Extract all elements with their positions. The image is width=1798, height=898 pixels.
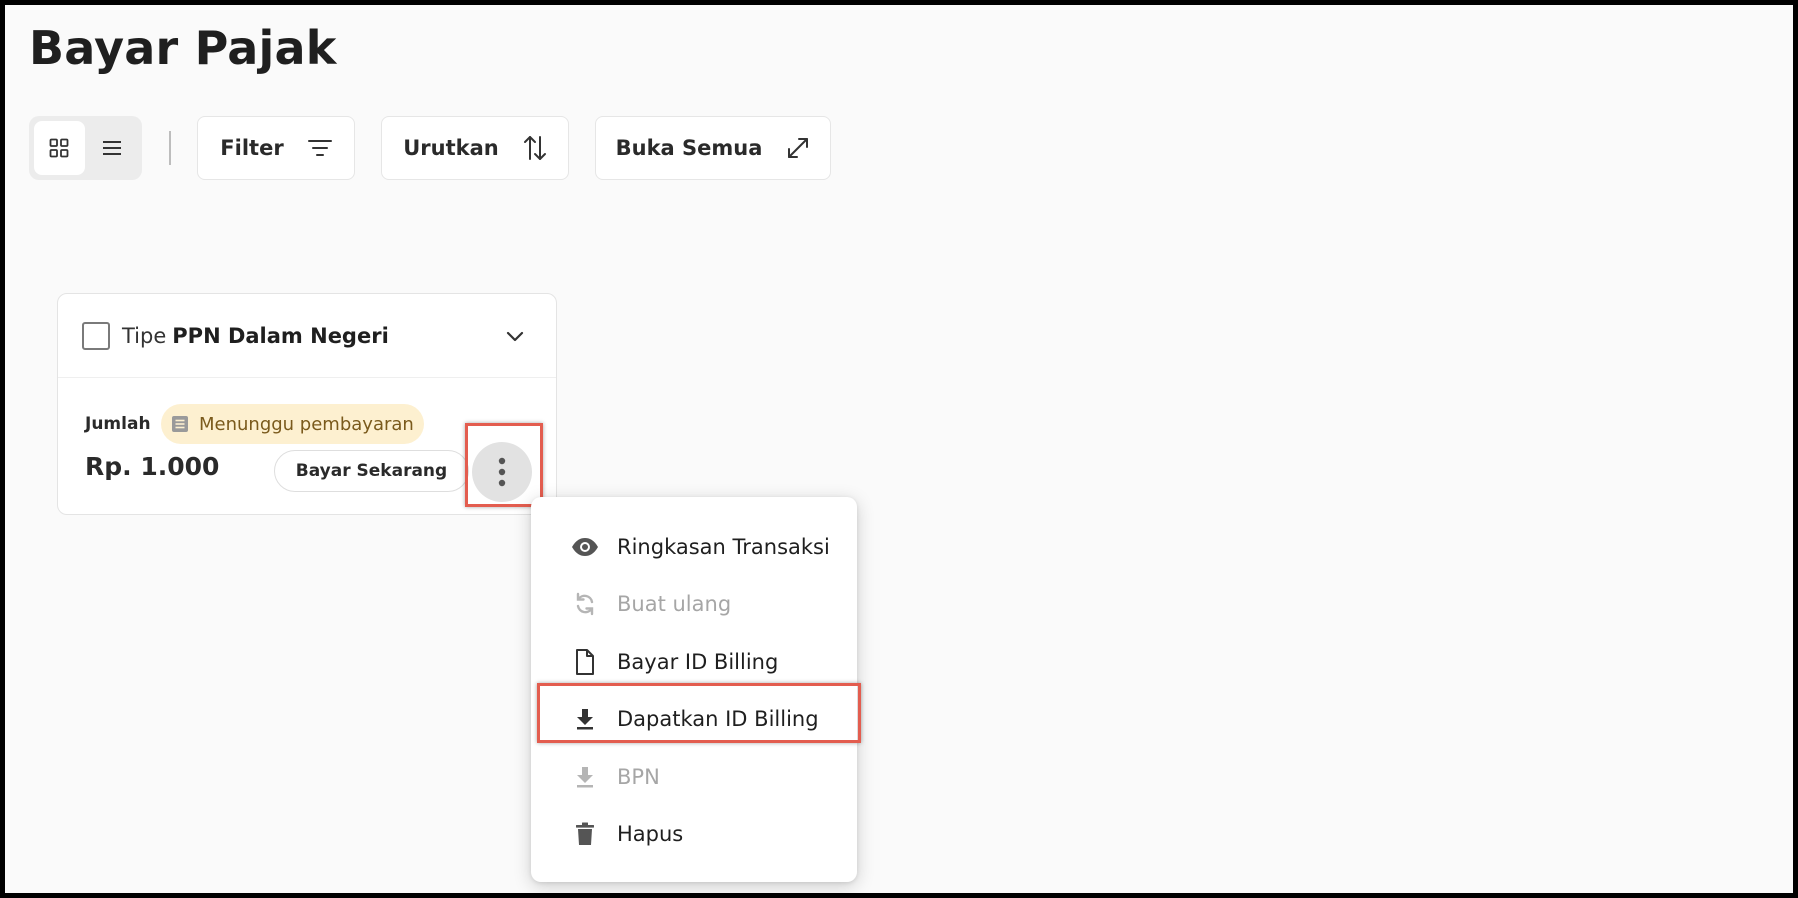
filter-label: Filter xyxy=(220,136,284,160)
menu-item-hapus[interactable]: Hapus xyxy=(531,806,857,864)
menu-item-ringkasan-transaksi[interactable]: Ringkasan Transaksi xyxy=(531,518,857,576)
expand-all-button[interactable]: Buka Semua xyxy=(595,116,831,180)
status-badge: Menunggu pembayaran xyxy=(161,404,424,444)
trash-icon xyxy=(576,822,594,846)
grid-icon xyxy=(49,138,69,158)
list-view-button[interactable] xyxy=(87,121,138,175)
menu-item-bayar-id-billing[interactable]: Bayar ID Billing xyxy=(531,633,857,691)
sort-label: Urutkan xyxy=(403,136,499,160)
amount-label: Jumlah xyxy=(85,414,151,434)
card-header[interactable]: Tipe PPN Dalam Negeri xyxy=(58,294,556,378)
menu-item-label: Buat ulang xyxy=(617,592,732,617)
pay-now-button[interactable]: Bayar Sekarang xyxy=(274,450,469,492)
menu-item-label: BPN xyxy=(617,764,660,789)
view-toggle xyxy=(29,116,142,180)
filter-button[interactable]: Filter xyxy=(197,116,355,180)
list-icon xyxy=(102,141,121,155)
dapatkan-id-billing-highlight xyxy=(537,683,861,743)
sort-arrows-icon xyxy=(523,136,546,160)
receipt-icon xyxy=(172,416,188,432)
menu-item-label: Bayar ID Billing xyxy=(617,649,779,674)
toolbar-divider xyxy=(169,131,171,165)
eye-icon xyxy=(572,537,598,556)
sort-button[interactable]: Urutkan xyxy=(381,116,569,180)
status-text: Menunggu pembayaran xyxy=(199,413,414,435)
menu-item-label: Hapus xyxy=(617,822,684,847)
download-icon xyxy=(577,766,593,788)
amount-value: Rp. 1.000 xyxy=(85,452,220,481)
menu-item-buat-ulang[interactable]: Buat ulang xyxy=(531,576,857,634)
type-value: PPN Dalam Negeri xyxy=(172,323,389,348)
more-options-highlight xyxy=(465,423,543,507)
type-prefix: Tipe xyxy=(122,323,167,348)
refresh-icon xyxy=(576,593,594,616)
select-checkbox[interactable] xyxy=(82,321,110,350)
expand-icon xyxy=(788,138,809,158)
filter-icon xyxy=(307,140,332,156)
document-icon xyxy=(576,648,594,675)
chevron-down-icon[interactable] xyxy=(506,330,524,342)
expand-all-label: Buka Semua xyxy=(615,136,763,160)
page-title: Bayar Pajak xyxy=(29,21,337,75)
toolbar: Filter Urutkan Buka Semua xyxy=(29,115,857,181)
menu-item-label: Ringkasan Transaksi xyxy=(617,534,830,559)
grid-view-button[interactable] xyxy=(34,121,85,175)
menu-item-bpn[interactable]: BPN xyxy=(531,748,857,806)
